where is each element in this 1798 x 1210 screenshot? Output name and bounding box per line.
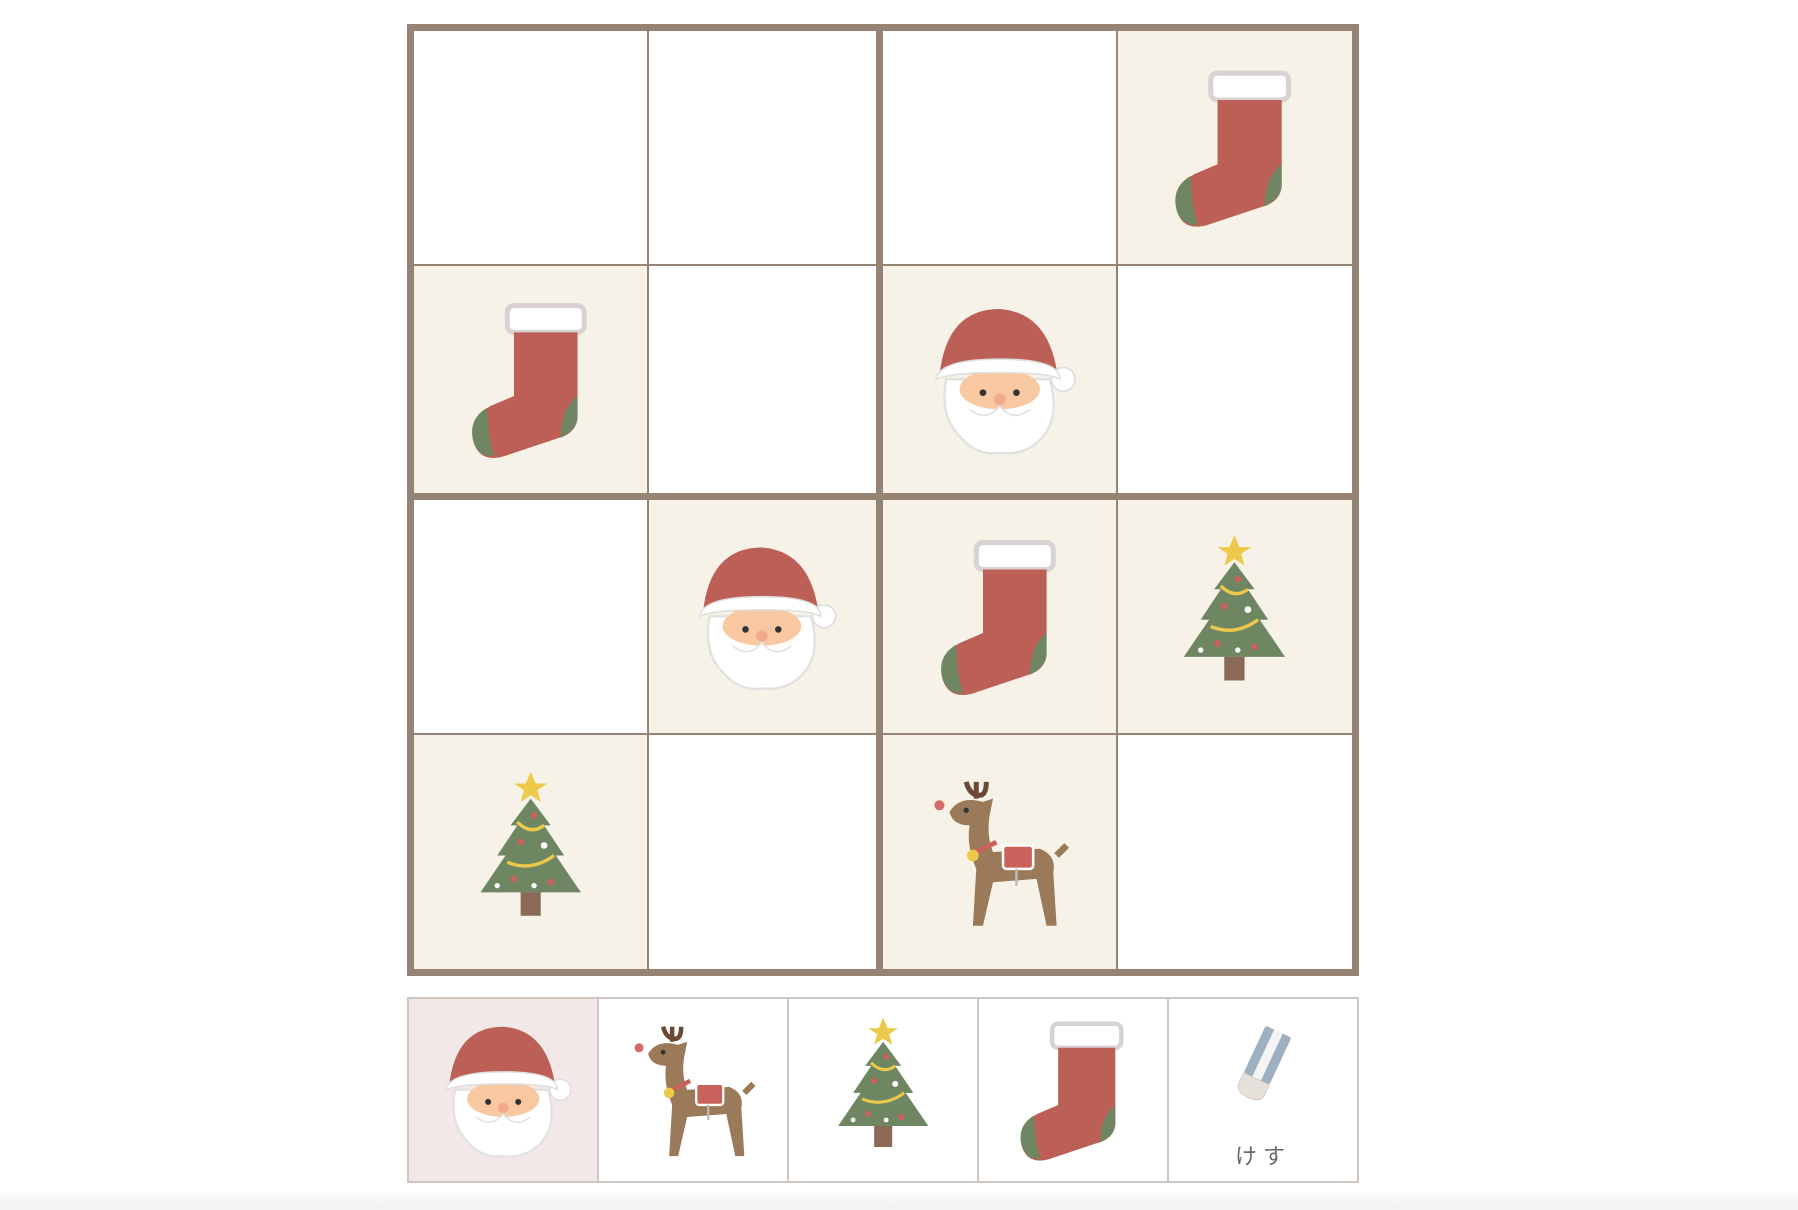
sock-icon xyxy=(883,500,1116,733)
santa-icon xyxy=(883,266,1116,494)
board-cell-r1-c2[interactable] xyxy=(648,31,883,266)
tree-icon xyxy=(1118,500,1353,733)
board-cell-r1-c3[interactable] xyxy=(883,31,1118,266)
reindeer-icon xyxy=(599,999,787,1181)
santa-icon xyxy=(649,500,877,733)
board-cell-r1-c4 xyxy=(1117,31,1353,266)
eraser-icon xyxy=(1169,1009,1357,1136)
board-cell-r1-c1[interactable] xyxy=(414,31,649,266)
board-cell-r2-c3 xyxy=(883,265,1118,500)
palette-reindeer-button[interactable] xyxy=(599,999,787,1181)
board-cell-r3-c3 xyxy=(883,500,1118,735)
board-cell-r2-c1 xyxy=(414,265,649,500)
puzzle-board xyxy=(407,24,1359,976)
palette-santa-button[interactable] xyxy=(409,999,597,1181)
board-cell-r3-c1[interactable] xyxy=(414,500,649,735)
sock-icon xyxy=(1118,31,1353,264)
tree-icon xyxy=(789,999,977,1181)
santa-icon xyxy=(409,999,597,1181)
tree-icon xyxy=(414,735,647,970)
sock-icon xyxy=(414,266,647,494)
palette-tree-button[interactable] xyxy=(789,999,977,1181)
piece-palette: けす xyxy=(407,997,1359,1183)
board-cell-r4-c3 xyxy=(883,734,1118,970)
palette-eraser-button[interactable]: けす xyxy=(1169,999,1357,1181)
palette-sock-button[interactable] xyxy=(979,999,1167,1181)
board-cell-r4-c1 xyxy=(414,734,649,970)
board-cell-r3-c4 xyxy=(1117,500,1353,735)
board-cell-r4-c2[interactable] xyxy=(648,734,883,969)
sock-icon xyxy=(979,999,1167,1181)
board-cell-r2-c4[interactable] xyxy=(1117,265,1352,500)
board-cell-r2-c2[interactable] xyxy=(648,265,883,500)
page-bottom-band xyxy=(0,1192,1798,1210)
board-cell-r4-c4[interactable] xyxy=(1117,734,1352,969)
reindeer-icon xyxy=(883,735,1116,970)
board-cell-r3-c2 xyxy=(648,500,883,735)
eraser-label: けす xyxy=(1234,1144,1291,1170)
